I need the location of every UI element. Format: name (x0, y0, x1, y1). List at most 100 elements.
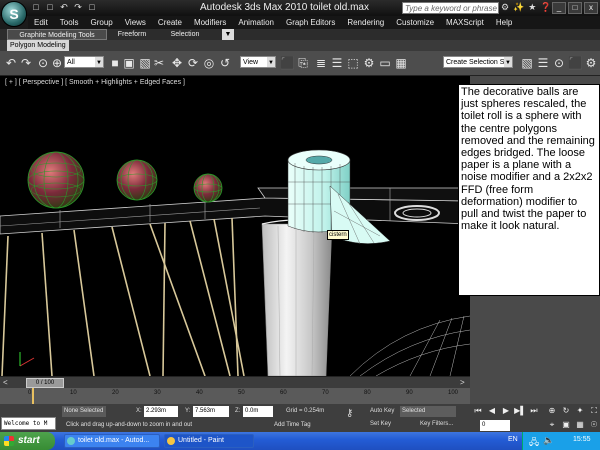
menu-create[interactable]: Create (152, 16, 188, 29)
zoom-icon[interactable]: ⊕ (546, 406, 558, 416)
menu-animation[interactable]: Animation (232, 16, 280, 29)
start-button[interactable]: start (0, 432, 55, 450)
menu-graph-editors[interactable]: Graph Editors (280, 16, 341, 29)
clock[interactable]: 15:55 (573, 436, 591, 443)
window-crossing-icon[interactable]: ✂ (152, 56, 166, 70)
percent-snap-icon[interactable]: ⬚ (346, 56, 360, 70)
new-file-icon[interactable]: □ (30, 2, 42, 13)
network-icon[interactable]: 🖧 (529, 435, 539, 450)
menu-modifiers[interactable]: Modifiers (188, 16, 232, 29)
scale-icon[interactable]: ◎ (202, 56, 216, 70)
time-slider[interactable]: < 0 / 100 > (0, 376, 470, 388)
align-icon[interactable]: ▧ (520, 56, 534, 70)
selection-filter-dropdown[interactable]: All ▼ (64, 56, 104, 68)
taskbar-item-paint[interactable]: Untitled - Paint (164, 434, 254, 448)
key-filters-button[interactable]: Key Filters... (420, 421, 453, 427)
time-slider-next-icon[interactable]: > (460, 378, 465, 387)
orbit-icon[interactable]: ↻ (560, 406, 572, 416)
next-frame-button[interactable]: ▶▌ (514, 406, 526, 416)
tab-selection[interactable]: Selection (163, 29, 207, 40)
pan-icon[interactable]: ✦ (574, 406, 586, 416)
z-coordinate-field[interactable]: 0.0m (243, 406, 273, 417)
region-select-icon[interactable]: ▧ (138, 56, 152, 70)
infocenter-search-input[interactable]: Type a keyword or phrase (402, 2, 499, 14)
previous-frame-button[interactable]: ◀ (486, 406, 498, 416)
select-by-name-icon[interactable]: ▣ (122, 56, 136, 70)
prompt-line: Click and drag up-and-down to zoom in an… (64, 420, 260, 431)
layer-manager-icon[interactable]: ☰ (536, 56, 550, 70)
material-editor-icon[interactable]: ⊙ (552, 56, 566, 70)
time-slider-prev-icon[interactable]: < (3, 378, 8, 387)
window-title: Autodesk 3ds Max 2010 toilet old.max (200, 2, 369, 13)
y-coordinate-field[interactable]: 7.563m (193, 406, 229, 417)
viewport-label[interactable]: [ + ] [ Perspective ] [ Smooth + Highlig… (5, 79, 185, 86)
language-indicator[interactable]: EN (508, 436, 518, 443)
close-button[interactable]: x (584, 2, 598, 14)
menu-maxscript[interactable]: MAXScript (440, 16, 490, 29)
3dsmax-logo-icon[interactable]: S (1, 1, 27, 27)
menu-views[interactable]: Views (119, 16, 152, 29)
key-icon[interactable]: ⚷ (346, 408, 353, 419)
perspective-viewport[interactable]: [ + ] [ Perspective ] [ Smooth + Highlig… (0, 76, 470, 376)
infocenter-icons[interactable]: ⚙✨★❓ (501, 2, 556, 13)
field-of-view-icon[interactable]: ⌖ (546, 420, 558, 430)
render-setup-icon[interactable]: ⬛ (568, 56, 583, 70)
spinner-snap-icon[interactable]: ⚙ (362, 56, 376, 70)
select-place-icon[interactable]: ↺ (218, 56, 232, 70)
track-bar[interactable]: 0 10 20 30 40 50 60 70 80 90 100 (0, 388, 470, 404)
redo-icon[interactable]: ↷ (72, 2, 84, 13)
menu-group[interactable]: Group (84, 16, 118, 29)
open-file-icon[interactable]: □ (44, 2, 56, 13)
3dsmax-taskbar-icon (67, 437, 75, 445)
tab-freeform[interactable]: Freeform (110, 29, 154, 40)
ribbon-collapse-icon[interactable]: ▼ (222, 29, 234, 40)
undo-icon[interactable]: ↶ (58, 2, 70, 13)
zoom-extents-icon[interactable]: ⛶ (588, 406, 600, 416)
named-selection-sets-dropdown[interactable]: Create Selection Se ▼ (443, 56, 513, 68)
status-bar: Welcome to M None Selected X: 2.293m Y: … (0, 404, 600, 432)
track-tick: 10 (70, 390, 77, 396)
key-mode-dropdown[interactable]: Selected (400, 406, 456, 417)
tab-graphite-modeling-tools[interactable]: Graphite Modeling Tools (7, 29, 107, 40)
edit-named-selection-icon[interactable]: ▭ (378, 56, 392, 70)
rotate-icon[interactable]: ⟳ (186, 56, 200, 70)
undo-icon[interactable]: ↶ (4, 56, 18, 70)
set-key-button[interactable]: Set Key (370, 421, 391, 427)
zoom-all-icon[interactable]: ▣ (560, 420, 572, 430)
redo-icon[interactable]: ↷ (19, 56, 33, 70)
render-icon[interactable]: ⚙ (584, 56, 598, 70)
save-file-icon[interactable]: □ (86, 2, 98, 13)
add-time-tag-button[interactable]: Add Time Tag (272, 420, 334, 431)
region-zoom-icon[interactable]: ▦ (574, 420, 586, 430)
pivot-center-icon[interactable]: ⬛ (280, 56, 295, 70)
time-slider-thumb[interactable]: 0 / 100 (26, 378, 64, 388)
maximize-viewport-icon[interactable]: ☉ (588, 420, 600, 430)
windows-taskbar: start toilet old.max - Autod... Untitled… (0, 432, 600, 450)
menu-customize[interactable]: Customize (390, 16, 440, 29)
menu-rendering[interactable]: Rendering (341, 16, 390, 29)
taskbar-item-3dsmax[interactable]: toilet old.max - Autod... (64, 434, 160, 448)
volume-icon[interactable]: 🔈 (543, 435, 554, 446)
select-object-icon[interactable]: ■ (108, 56, 122, 70)
menu-help[interactable]: Help (490, 16, 518, 29)
select-link-icon[interactable]: ⊙ (36, 56, 50, 70)
x-coordinate-field[interactable]: 2.293m (144, 406, 178, 417)
reference-coordinate-dropdown[interactable]: View ▼ (240, 56, 276, 68)
unlink-icon[interactable]: ⊕ (50, 56, 64, 70)
snaps-toggle-icon[interactable]: ≣ (314, 56, 328, 70)
current-frame-field[interactable]: 0 (480, 420, 510, 431)
select-manipulate-icon[interactable]: ⎘ (296, 56, 310, 70)
menu-tools[interactable]: Tools (54, 16, 85, 29)
angle-snap-icon[interactable]: ☰ (330, 56, 344, 70)
auto-key-button[interactable]: Auto Key (370, 408, 394, 414)
go-to-end-button[interactable]: ⏭ (528, 406, 540, 416)
move-icon[interactable]: ✥ (170, 56, 184, 70)
tab-polygon-modeling[interactable]: Polygon Modeling (7, 40, 69, 51)
maximize-button[interactable]: □ (568, 2, 582, 14)
mirror-icon[interactable]: ▦ (394, 56, 408, 70)
minimize-button[interactable]: _ (552, 2, 566, 14)
menu-edit[interactable]: Edit (28, 16, 54, 29)
maxscript-listener-input[interactable]: Welcome to M (1, 417, 56, 430)
play-button[interactable]: ▶ (500, 406, 512, 416)
go-to-start-button[interactable]: ⏮ (472, 406, 484, 416)
